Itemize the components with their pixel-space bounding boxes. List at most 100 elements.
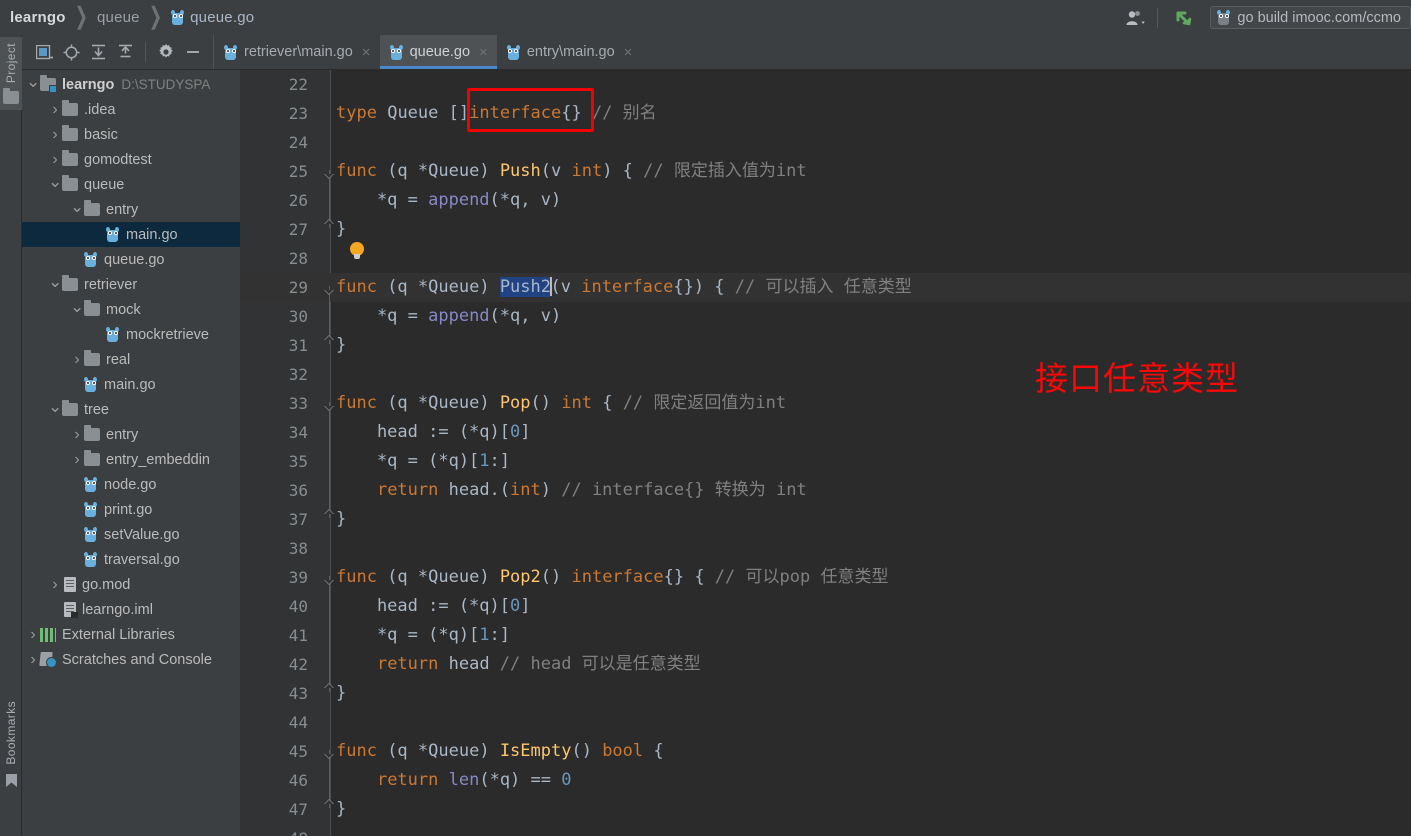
code-line[interactable]: 34 head := (*q)[0] — [240, 418, 1411, 447]
chevron-down-icon[interactable]: ⌄ — [70, 198, 84, 217]
fold-marker-collapse[interactable] — [324, 282, 337, 295]
code-line[interactable]: 29 func (q *Queue) Push2(v interface{}) {… — [240, 273, 1411, 302]
tree-item-main-go[interactable]: main.go — [22, 372, 240, 397]
expand-all-icon[interactable] — [86, 40, 110, 64]
tree-item-entry[interactable]: ⌄ entry — [22, 197, 240, 222]
fold-marker-collapse[interactable] — [324, 799, 337, 813]
code-line[interactable]: 27} — [240, 215, 1411, 244]
user-dropdown-icon[interactable] — [1121, 9, 1149, 27]
tree-item-queue-go[interactable]: queue.go — [22, 247, 240, 272]
tab-queue-go[interactable]: queue.go × — [379, 35, 498, 69]
tab-retriever-main-go[interactable]: retriever\main.go × — [214, 35, 380, 69]
chevron-right-icon[interactable]: › — [48, 101, 62, 119]
lightbulb-icon[interactable] — [350, 242, 364, 260]
code-line[interactable]: 37} — [240, 505, 1411, 534]
chevron-right-icon[interactable]: › — [48, 576, 62, 594]
hide-panel-icon[interactable] — [181, 40, 205, 64]
chevron-down-icon[interactable]: ⌄ — [48, 398, 62, 417]
sidebar-item-project[interactable]: Project — [0, 37, 22, 111]
settings-gear-icon[interactable] — [154, 40, 178, 64]
chevron-right-icon[interactable]: › — [48, 126, 62, 144]
code-line[interactable]: 47} — [240, 795, 1411, 824]
code-line[interactable]: 38 — [240, 534, 1411, 563]
code-line[interactable]: 25 func (q *Queue) Push(v int) { // 限定插入值… — [240, 157, 1411, 186]
tree-item--idea[interactable]: › .idea — [22, 97, 240, 122]
chevron-down-icon[interactable]: ⌄ — [26, 73, 40, 92]
tab-entry-main-go[interactable]: entry\main.go × — [497, 35, 642, 69]
project-tool-label: Project — [4, 43, 18, 84]
code-line[interactable]: 35 *q = (*q)[1:] — [240, 447, 1411, 476]
tree-item-scratches-and-console[interactable]: › Scratches and Console — [22, 647, 240, 672]
tree-item-retriever[interactable]: ⌄ retriever — [22, 272, 240, 297]
fold-marker-collapse[interactable] — [324, 746, 337, 759]
code-line[interactable]: 24 — [240, 128, 1411, 157]
collapse-all-icon[interactable] — [113, 40, 137, 64]
fold-marker-collapse[interactable] — [324, 683, 337, 697]
code-line[interactable]: 36 return head.(int) // interface{} 转换为 … — [240, 476, 1411, 505]
code-line[interactable]: 46 return len(*q) == 0 — [240, 766, 1411, 795]
tree-item-node-go[interactable]: node.go — [22, 472, 240, 497]
close-icon[interactable]: × — [479, 44, 488, 61]
code-line[interactable]: 28 — [240, 244, 1411, 273]
run-configuration-selector[interactable]: go build imooc.com/ccmo — [1210, 6, 1411, 29]
fold-marker-collapse[interactable] — [324, 509, 337, 523]
code-line[interactable]: 30 *q = append(*q, v) — [240, 302, 1411, 331]
breadcrumb-item-folder[interactable]: queue — [97, 9, 140, 26]
tree-item-external-libraries[interactable]: › External Libraries — [22, 622, 240, 647]
code-line[interactable]: 22 — [240, 70, 1411, 99]
fold-marker-collapse[interactable] — [324, 398, 337, 411]
tree-item-learngo-iml[interactable]: learngo.iml — [22, 597, 240, 622]
tree-item-mockretrieve[interactable]: mockretrieve — [22, 322, 240, 347]
line-number: 37 — [288, 510, 308, 529]
code-line[interactable]: 42 return head // head 可以是任意类型 — [240, 650, 1411, 679]
select-opened-file-icon[interactable] — [32, 40, 56, 64]
close-icon[interactable]: × — [624, 44, 633, 61]
back-arrow-icon[interactable] — [1166, 8, 1204, 28]
close-icon[interactable]: × — [362, 44, 371, 61]
fold-marker-collapse[interactable] — [324, 335, 337, 349]
code-line[interactable]: 48 — [240, 824, 1411, 836]
fold-marker-collapse[interactable] — [324, 572, 337, 585]
tree-item-print-go[interactable]: print.go — [22, 497, 240, 522]
chevron-right-icon[interactable]: › — [70, 451, 84, 469]
code-line[interactable]: 26 *q = append(*q, v) — [240, 186, 1411, 215]
tree-item-path: D:\STUDYSPA — [121, 77, 211, 92]
chevron-down-icon[interactable]: ⌄ — [70, 298, 84, 317]
tree-item-mock[interactable]: ⌄ mock — [22, 297, 240, 322]
chevron-right-icon[interactable]: › — [26, 651, 40, 669]
breadcrumb-item-file[interactable]: queue.go — [171, 9, 254, 26]
chevron-down-icon[interactable]: ⌄ — [48, 173, 62, 192]
tree-item-gomodtest[interactable]: › gomodtest — [22, 147, 240, 172]
fold-marker-collapse[interactable] — [324, 219, 337, 233]
chevron-right-icon[interactable]: › — [48, 151, 62, 169]
code-line[interactable]: 23 type Queue []interface{} // 别名 — [240, 99, 1411, 128]
code-line[interactable]: 39 func (q *Queue) Pop2() interface{} { /… — [240, 563, 1411, 592]
code-line[interactable]: 41 *q = (*q)[1:] — [240, 621, 1411, 650]
tree-item-entry-embeddin[interactable]: › entry_embeddin — [22, 447, 240, 472]
code-line[interactable]: 45 func (q *Queue) IsEmpty() bool { — [240, 737, 1411, 766]
chevron-down-icon[interactable]: ⌄ — [48, 273, 62, 292]
project-tree-panel[interactable]: ⌄ learngo D:\STUDYSPA › .idea › basic › gomodtes… — [22, 70, 240, 836]
tree-item-queue[interactable]: ⌄ queue — [22, 172, 240, 197]
code-line[interactable]: 43} — [240, 679, 1411, 708]
code-editor[interactable]: 22 23 type Queue []interface{} // 别名 24 25 fu… — [240, 70, 1411, 836]
chevron-right-icon[interactable]: › — [26, 626, 40, 644]
breadcrumb-item-project[interactable]: learngo — [10, 9, 66, 26]
code-line[interactable]: 44 — [240, 708, 1411, 737]
tree-item-basic[interactable]: › basic — [22, 122, 240, 147]
tree-item-entry[interactable]: › entry — [22, 422, 240, 447]
code-text: head := (*q)[0] — [336, 596, 531, 616]
tree-item-setvalue-go[interactable]: setValue.go — [22, 522, 240, 547]
tree-item-go-mod[interactable]: › go.mod — [22, 572, 240, 597]
chevron-right-icon[interactable]: › — [70, 351, 84, 369]
tree-item-traversal-go[interactable]: traversal.go — [22, 547, 240, 572]
chevron-right-icon[interactable]: › — [70, 426, 84, 444]
tree-item-main-go[interactable]: main.go — [22, 222, 240, 247]
tree-item-tree[interactable]: ⌄ tree — [22, 397, 240, 422]
tree-item-real[interactable]: › real — [22, 347, 240, 372]
sidebar-item-bookmarks[interactable]: Bookmarks — [0, 695, 22, 797]
fold-marker-collapse[interactable] — [324, 166, 337, 179]
locate-icon[interactable] — [59, 40, 83, 64]
tree-item-learngo[interactable]: ⌄ learngo D:\STUDYSPA — [22, 72, 240, 97]
code-line[interactable]: 40 head := (*q)[0] — [240, 592, 1411, 621]
